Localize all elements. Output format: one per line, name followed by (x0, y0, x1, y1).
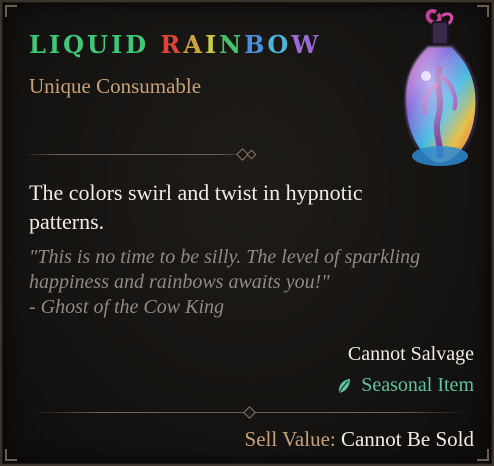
item-name-letter: B (244, 30, 268, 59)
divider-ornament (243, 406, 256, 419)
frame-corner (5, 449, 17, 461)
liquid-rainbow-potion-icon (403, 9, 479, 166)
item-name-letter: W (291, 30, 322, 59)
flavor-line: happiness and rainbows awaits you!" (29, 271, 330, 293)
item-type: Unique Consumable (29, 74, 202, 98)
item-name-letter: I (110, 30, 126, 59)
item-description: The colors swirl and twist in hypnotic p… (29, 180, 363, 234)
item-name-letter: I (204, 30, 220, 59)
item-name-letter: O (267, 30, 292, 59)
flavor-line: - Ghost of the Cow King (29, 296, 225, 318)
item-name-letter: N (219, 30, 245, 59)
salvage-status: Cannot Salvage (347, 343, 474, 365)
seasonal-item-label: Seasonal Item (361, 374, 474, 396)
item-name-letter: L (29, 30, 49, 59)
item-name-letter: Q (63, 30, 88, 59)
sell-value: Sell Value: Cannot Be Sold (245, 427, 474, 452)
item-name-letter: U (87, 30, 111, 59)
item-tooltip: LIQUID RAINBOW Unique Consumable The col… (0, 0, 494, 466)
divider (24, 154, 252, 155)
item-name-letter: R (160, 30, 184, 59)
seasonal-item-tag: Seasonal Item (337, 374, 474, 397)
leaf-icon (338, 378, 351, 393)
item-name-letter: I (48, 30, 64, 59)
frame-corner (477, 449, 489, 461)
item-name-letter: A (183, 30, 205, 59)
sell-value-amount: Cannot Be Sold (340, 427, 474, 451)
sell-value-label: Sell Value: (244, 427, 336, 451)
frame-corner (5, 5, 17, 17)
flavor-line: "This is no time to be silly. The level … (29, 246, 421, 268)
item-name-letter (149, 30, 160, 59)
item-flavor-text: "This is no time to be silly. The level … (29, 245, 469, 320)
item-name: LIQUID RAINBOW (29, 30, 321, 59)
divider-ornament (246, 149, 257, 160)
item-name-letter: D (125, 30, 149, 59)
